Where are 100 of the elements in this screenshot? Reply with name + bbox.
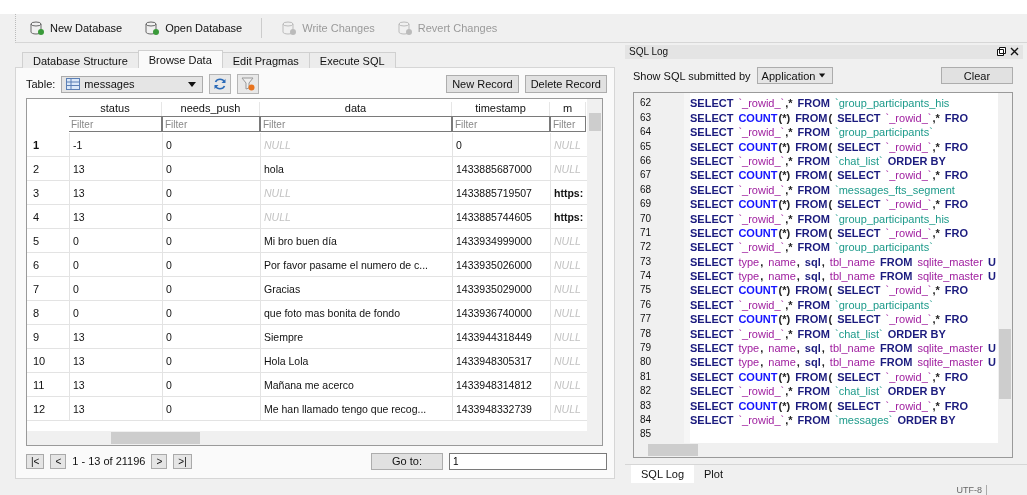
line-number: 64	[639, 125, 653, 140]
tab[interactable]: Database Structure	[22, 52, 139, 68]
table-cell: 0	[162, 133, 260, 156]
clear-button[interactable]: Clear	[941, 67, 1013, 85]
table-cell: 0	[69, 277, 162, 300]
row-number[interactable]: 9	[27, 325, 69, 348]
last-page-button[interactable]: >|	[173, 453, 192, 469]
sql-line: SELECT type, name, sql, tbl_name FROM sqlite_master U	[690, 254, 996, 270]
tab[interactable]: Execute SQL	[308, 52, 396, 68]
source-dropdown[interactable]: Application	[756, 67, 833, 85]
filter-field[interactable]: Filter	[162, 116, 260, 132]
table-cell: 1433948305317	[452, 349, 550, 372]
sql-line: SELECT COUNT(*) FROM( SELECT `_rowid_`,* FRO	[690, 398, 970, 413]
sql-line: SELECT COUNT(*) FROM( SELECT `_rowid_`,* FRO	[690, 225, 970, 241]
record-range: 1 - 13 of 21196	[72, 455, 146, 467]
table-cell: NULL	[550, 253, 586, 276]
filter-field[interactable]: Filter	[452, 116, 550, 132]
line-number: 66	[639, 153, 653, 168]
table-cell: 0	[162, 253, 260, 276]
line-number: 85	[639, 427, 653, 442]
row-number[interactable]: 3	[27, 181, 69, 204]
toolbar-button[interactable]: New Database	[26, 18, 126, 38]
disk-icon	[396, 20, 413, 36]
float-icon[interactable]	[997, 47, 1006, 57]
table-cell: NULL	[550, 373, 586, 396]
table-cell: NULL	[550, 229, 586, 252]
sql-line: SELECT `_rowid_`,* FROM `messages_fts_segment	[690, 182, 956, 198]
line-number: 79	[639, 341, 653, 356]
horizontal-scrollbar[interactable]	[27, 431, 587, 445]
tab[interactable]: Edit Pragmas	[221, 52, 310, 68]
refresh-button[interactable]	[209, 74, 232, 94]
sql-line: SELECT type, name, sql, tbl_name FROM sqlite_master U	[690, 269, 996, 284]
table-cell: Mi bro buen día	[260, 229, 452, 252]
sql-line: SELECT COUNT(*) FROM( SELECT `_rowid_`,* FRO	[690, 110, 970, 126]
toolbar-button[interactable]: Open Database	[141, 18, 246, 38]
table-cell: 0	[69, 229, 162, 252]
table-cell: Mañana me acerco	[260, 373, 452, 396]
table-cell: NULL	[550, 325, 586, 348]
horizontal-scrollbar[interactable]	[634, 443, 998, 457]
vertical-scrollbar[interactable]	[587, 99, 602, 445]
row-number[interactable]: 2	[27, 157, 69, 180]
sql-line: SELECT type, name, sql, tbl_name FROM sqlite_master U	[690, 341, 996, 356]
table-cell: 0	[162, 373, 260, 396]
record-button[interactable]: Delete Record	[524, 75, 607, 93]
table-cell: 0	[162, 325, 260, 348]
tab[interactable]: Browse Data	[137, 50, 223, 68]
vertical-scrollbar[interactable]	[998, 93, 1012, 457]
table-cell: NULL	[550, 133, 586, 156]
record-button[interactable]: New Record	[446, 75, 519, 93]
row-number[interactable]: 1	[27, 133, 69, 156]
row-number[interactable]: 10	[27, 349, 69, 372]
table-cell: NULL	[550, 277, 586, 300]
row-number[interactable]: 8	[27, 301, 69, 324]
sql-line: SELECT COUNT(*) FROM( SELECT `_rowid_`,* FRO	[690, 168, 970, 183]
table-cell: Gracias	[260, 277, 452, 300]
sql-line: SELECT COUNT(*) FROM( SELECT `_rowid_`,* FRO	[690, 369, 970, 385]
dock-title: SQL Log	[629, 46, 670, 58]
close-icon[interactable]	[1010, 47, 1019, 57]
table-cell: 1433885687000	[452, 157, 550, 180]
table-cell: 1433948314812	[452, 373, 550, 396]
row-number[interactable]: 11	[27, 373, 69, 396]
filter-field[interactable]: Filter	[69, 116, 162, 132]
filter-field[interactable]: Filter	[260, 116, 452, 132]
line-number: 81	[639, 369, 653, 384]
filter-field[interactable]: Filter	[550, 116, 586, 132]
table-cell: 0	[162, 349, 260, 372]
table-cell: 13	[69, 205, 162, 228]
line-number: 80	[639, 355, 653, 370]
row-number[interactable]: 12	[27, 397, 69, 420]
row-number[interactable]: 4	[27, 205, 69, 228]
table-cell: NULL	[550, 349, 586, 372]
sql-line: SELECT COUNT(*) FROM( SELECT `_rowid_`,* FRO	[690, 283, 970, 298]
next-page-button[interactable]: >	[151, 453, 168, 469]
table-cell: NULL	[260, 133, 452, 156]
sql-line: SELECT `_rowid_`,* FROM `group_participants`	[690, 240, 934, 255]
goto-field[interactable]: 1	[449, 452, 607, 470]
line-number: 83	[639, 398, 653, 413]
sql-line: SELECT `_rowid_`,* FROM `chat_list` ORDER BY	[690, 153, 947, 169]
line-number: 84	[639, 413, 653, 427]
line-number: 68	[639, 182, 653, 197]
table-cell: NULL	[260, 205, 452, 228]
previous-page-button[interactable]: <	[50, 453, 67, 469]
table-cell: 1433944318449	[452, 325, 550, 348]
table-cell: https:	[550, 205, 586, 228]
line-number: 62	[639, 96, 653, 111]
row-number[interactable]: 6	[27, 253, 69, 276]
table-cell: que foto mas bonita de fondo	[260, 301, 452, 324]
row-number[interactable]: 7	[27, 277, 69, 300]
row-number[interactable]: 5	[27, 229, 69, 252]
sql-line: SELECT `_rowid_`,* FROM `messages` ORDER BY	[690, 413, 957, 428]
dock-tab[interactable]: Plot	[694, 465, 733, 483]
clear-filters-button[interactable]	[237, 74, 260, 94]
table-cell: 13	[69, 181, 162, 204]
line-number: 74	[639, 269, 653, 284]
first-page-button[interactable]: |<	[26, 453, 45, 469]
goto-button[interactable]: Go to:	[371, 452, 443, 470]
table-cell: NULL	[550, 157, 586, 180]
dock-tab[interactable]: SQL Log	[631, 465, 694, 483]
database-icon	[29, 20, 45, 36]
table-dropdown[interactable]: messages	[61, 75, 204, 93]
